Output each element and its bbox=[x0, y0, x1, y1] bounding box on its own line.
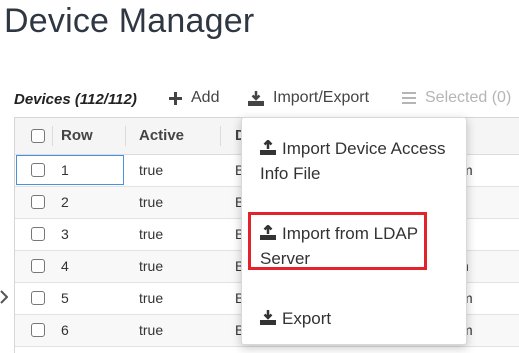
page-title: Device Manager bbox=[4, 2, 255, 40]
row-number-cell: 1 bbox=[61, 162, 69, 178]
list-icon bbox=[402, 92, 416, 104]
row-checkbox[interactable] bbox=[31, 323, 45, 337]
chevron-right-icon bbox=[0, 290, 8, 304]
column-separator bbox=[52, 126, 53, 146]
add-button-label: Add bbox=[191, 89, 220, 106]
column-separator bbox=[125, 126, 126, 146]
selected-button-label: Selected (0) bbox=[425, 89, 512, 106]
menu-item-label: Import Device Access bbox=[282, 139, 446, 158]
focused-cell-outline bbox=[16, 155, 124, 185]
add-button[interactable]: Add bbox=[169, 89, 219, 107]
row-checkbox[interactable] bbox=[31, 259, 45, 273]
active-cell: true bbox=[139, 162, 164, 178]
row-number-cell: 6 bbox=[61, 322, 69, 338]
upload-icon bbox=[260, 139, 276, 155]
devices-count-label: Devices (112/112) bbox=[14, 91, 137, 108]
active-cell: true bbox=[139, 322, 164, 338]
row-number-cell: 4 bbox=[61, 258, 69, 274]
plus-icon bbox=[169, 91, 182, 105]
column-separator bbox=[220, 126, 221, 146]
upload-tray-icon bbox=[248, 90, 264, 106]
row-number-cell: 2 bbox=[61, 194, 69, 210]
menu-item-import-device-access-info-file[interactable]: Import Device Access Info File bbox=[260, 136, 445, 186]
download-icon bbox=[260, 310, 276, 325]
menu-item-label-line2: Info File bbox=[260, 164, 321, 183]
grid-toolbar: Devices (112/112) Add Import/Export Sele… bbox=[0, 86, 519, 114]
row-checkbox[interactable] bbox=[31, 195, 45, 209]
import-export-button[interactable]: Import/Export bbox=[248, 89, 369, 107]
active-cell: true bbox=[139, 290, 164, 306]
row-number-cell: 3 bbox=[61, 226, 69, 242]
menu-item-label: Export bbox=[282, 309, 332, 328]
row-checkbox[interactable] bbox=[31, 227, 45, 241]
active-cell: true bbox=[139, 226, 164, 242]
selected-button[interactable]: Selected (0) bbox=[402, 89, 511, 107]
row-checkbox[interactable] bbox=[31, 291, 45, 305]
column-header-active[interactable]: Active bbox=[139, 127, 184, 144]
select-all-checkbox[interactable] bbox=[31, 129, 45, 143]
active-cell: true bbox=[139, 194, 164, 210]
column-header-row[interactable]: Row bbox=[61, 127, 93, 144]
menu-item-export[interactable]: Export bbox=[260, 306, 331, 331]
active-cell: true bbox=[139, 258, 164, 274]
highlight-annotation-box bbox=[248, 212, 427, 270]
import-export-button-label: Import/Export bbox=[273, 89, 370, 106]
row-number-cell: 5 bbox=[61, 290, 69, 306]
